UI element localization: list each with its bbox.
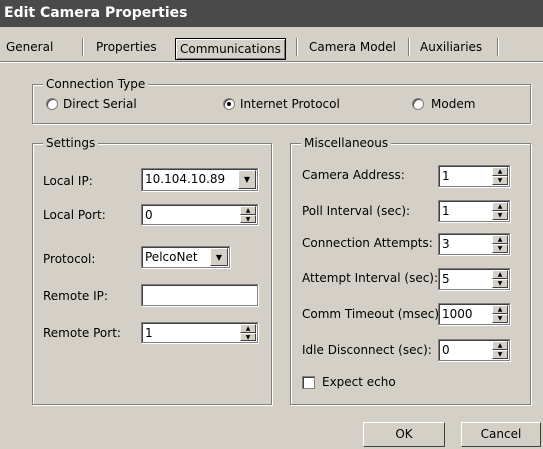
protocol-dropdown[interactable]: PelcoNet ▼ bbox=[141, 246, 230, 268]
spin-down-icon[interactable]: ▼ bbox=[492, 279, 508, 288]
local-ip-value: 10.104.10.89 bbox=[145, 172, 226, 186]
tab-properties[interactable]: Properties bbox=[94, 37, 159, 57]
miscellaneous-legend: Miscellaneous bbox=[301, 136, 392, 150]
tab-general[interactable]: General bbox=[4, 37, 55, 57]
connection-attempts-label: Connection Attempts: bbox=[302, 236, 433, 250]
remote-ip-input[interactable] bbox=[141, 284, 258, 306]
comm-timeout-label: Comm Timeout (msec): bbox=[302, 307, 444, 321]
spin-control: ▲ ▼ bbox=[492, 270, 508, 288]
remote-port-stepper[interactable]: 1 ▲ ▼ bbox=[141, 322, 258, 343]
tab-strip: General Properties Communications Camera… bbox=[0, 27, 543, 63]
camera-address-label: Camera Address: bbox=[302, 168, 405, 182]
spin-down-icon[interactable]: ▼ bbox=[492, 176, 508, 185]
spin-down-icon[interactable]: ▼ bbox=[240, 332, 256, 341]
protocol-value: PelcoNet bbox=[145, 250, 198, 264]
spin-down-icon[interactable]: ▼ bbox=[492, 211, 508, 220]
spin-up-icon[interactable]: ▲ bbox=[240, 206, 256, 215]
spin-up-icon[interactable]: ▲ bbox=[240, 324, 256, 333]
spin-down-icon[interactable]: ▼ bbox=[492, 350, 508, 359]
idle-disconnect-label: Idle Disconnect (sec): bbox=[302, 343, 432, 357]
radio-internet-protocol[interactable] bbox=[223, 98, 235, 110]
spin-up-icon[interactable]: ▲ bbox=[492, 341, 508, 350]
connection-attempts-value: 3 bbox=[442, 237, 450, 251]
ok-button[interactable]: OK bbox=[363, 422, 445, 447]
attempt-interval-label: Attempt Interval (sec): bbox=[302, 271, 439, 285]
remote-ip-label: Remote IP: bbox=[43, 289, 108, 303]
spin-control: ▲ ▼ bbox=[492, 305, 508, 323]
chevron-down-icon[interactable]: ▼ bbox=[210, 248, 228, 266]
spin-up-icon[interactable]: ▲ bbox=[492, 270, 508, 279]
local-ip-label: Local IP: bbox=[43, 174, 93, 188]
expect-echo-label[interactable]: Expect echo bbox=[322, 375, 396, 389]
attempt-interval-value: 5 bbox=[442, 272, 450, 286]
spin-control: ▲ ▼ bbox=[240, 206, 256, 223]
expect-echo-checkbox[interactable] bbox=[302, 376, 315, 389]
comm-timeout-stepper[interactable]: 1000 ▲ ▼ bbox=[438, 303, 510, 325]
radio-modem[interactable] bbox=[412, 98, 424, 110]
settings-legend: Settings bbox=[43, 136, 99, 150]
protocol-label: Protocol: bbox=[43, 252, 96, 266]
camera-address-value: 1 bbox=[442, 169, 450, 183]
tab-separator bbox=[497, 38, 499, 56]
local-port-label: Local Port: bbox=[43, 208, 106, 222]
spin-down-icon[interactable]: ▼ bbox=[240, 214, 256, 223]
remote-port-value: 1 bbox=[145, 326, 153, 340]
spin-control: ▲ ▼ bbox=[492, 235, 508, 253]
radio-internet-protocol-label[interactable]: Internet Protocol bbox=[240, 97, 340, 111]
spin-control: ▲ ▼ bbox=[492, 167, 508, 185]
attempt-interval-stepper[interactable]: 5 ▲ ▼ bbox=[438, 268, 510, 290]
radio-modem-label[interactable]: Modem bbox=[431, 97, 475, 111]
chevron-down-icon[interactable]: ▼ bbox=[238, 170, 256, 189]
radio-selected-dot bbox=[227, 102, 231, 106]
spin-control: ▲ ▼ bbox=[492, 202, 508, 220]
tab-separator bbox=[296, 38, 298, 56]
connection-attempts-stepper[interactable]: 3 ▲ ▼ bbox=[438, 233, 510, 255]
tab-separator bbox=[408, 38, 410, 56]
tab-separator bbox=[82, 38, 84, 56]
spin-up-icon[interactable]: ▲ bbox=[492, 167, 508, 176]
connection-type-legend: Connection Type bbox=[43, 77, 149, 91]
radio-direct-serial[interactable] bbox=[46, 98, 58, 110]
tab-communications[interactable]: Communications bbox=[175, 38, 286, 60]
spin-down-icon[interactable]: ▼ bbox=[492, 244, 508, 253]
spin-control: ▲ ▼ bbox=[492, 341, 508, 359]
tab-underline bbox=[0, 61, 543, 63]
idle-disconnect-stepper[interactable]: 0 ▲ ▼ bbox=[438, 339, 510, 361]
cancel-button[interactable]: Cancel bbox=[461, 422, 541, 447]
spin-down-icon[interactable]: ▼ bbox=[492, 314, 508, 323]
poll-interval-label: Poll Interval (sec): bbox=[302, 204, 411, 218]
tab-auxiliaries[interactable]: Auxiliaries bbox=[418, 37, 484, 57]
tab-camera-model[interactable]: Camera Model bbox=[307, 37, 398, 57]
spin-up-icon[interactable]: ▲ bbox=[492, 235, 508, 244]
spin-control: ▲ ▼ bbox=[240, 324, 256, 341]
camera-address-stepper[interactable]: 1 ▲ ▼ bbox=[438, 165, 510, 187]
local-port-value: 0 bbox=[145, 208, 153, 222]
poll-interval-value: 1 bbox=[442, 204, 450, 218]
poll-interval-stepper[interactable]: 1 ▲ ▼ bbox=[438, 200, 510, 222]
title-bar: Edit Camera Properties bbox=[0, 0, 543, 27]
idle-disconnect-value: 0 bbox=[442, 343, 450, 357]
local-port-stepper[interactable]: 0 ▲ ▼ bbox=[141, 204, 258, 225]
remote-port-label: Remote Port: bbox=[43, 326, 121, 340]
local-ip-combobox[interactable]: 10.104.10.89 ▼ bbox=[141, 168, 258, 191]
spin-up-icon[interactable]: ▲ bbox=[492, 305, 508, 314]
comm-timeout-value: 1000 bbox=[442, 307, 473, 321]
radio-direct-serial-label[interactable]: Direct Serial bbox=[63, 97, 137, 111]
spin-up-icon[interactable]: ▲ bbox=[492, 202, 508, 211]
